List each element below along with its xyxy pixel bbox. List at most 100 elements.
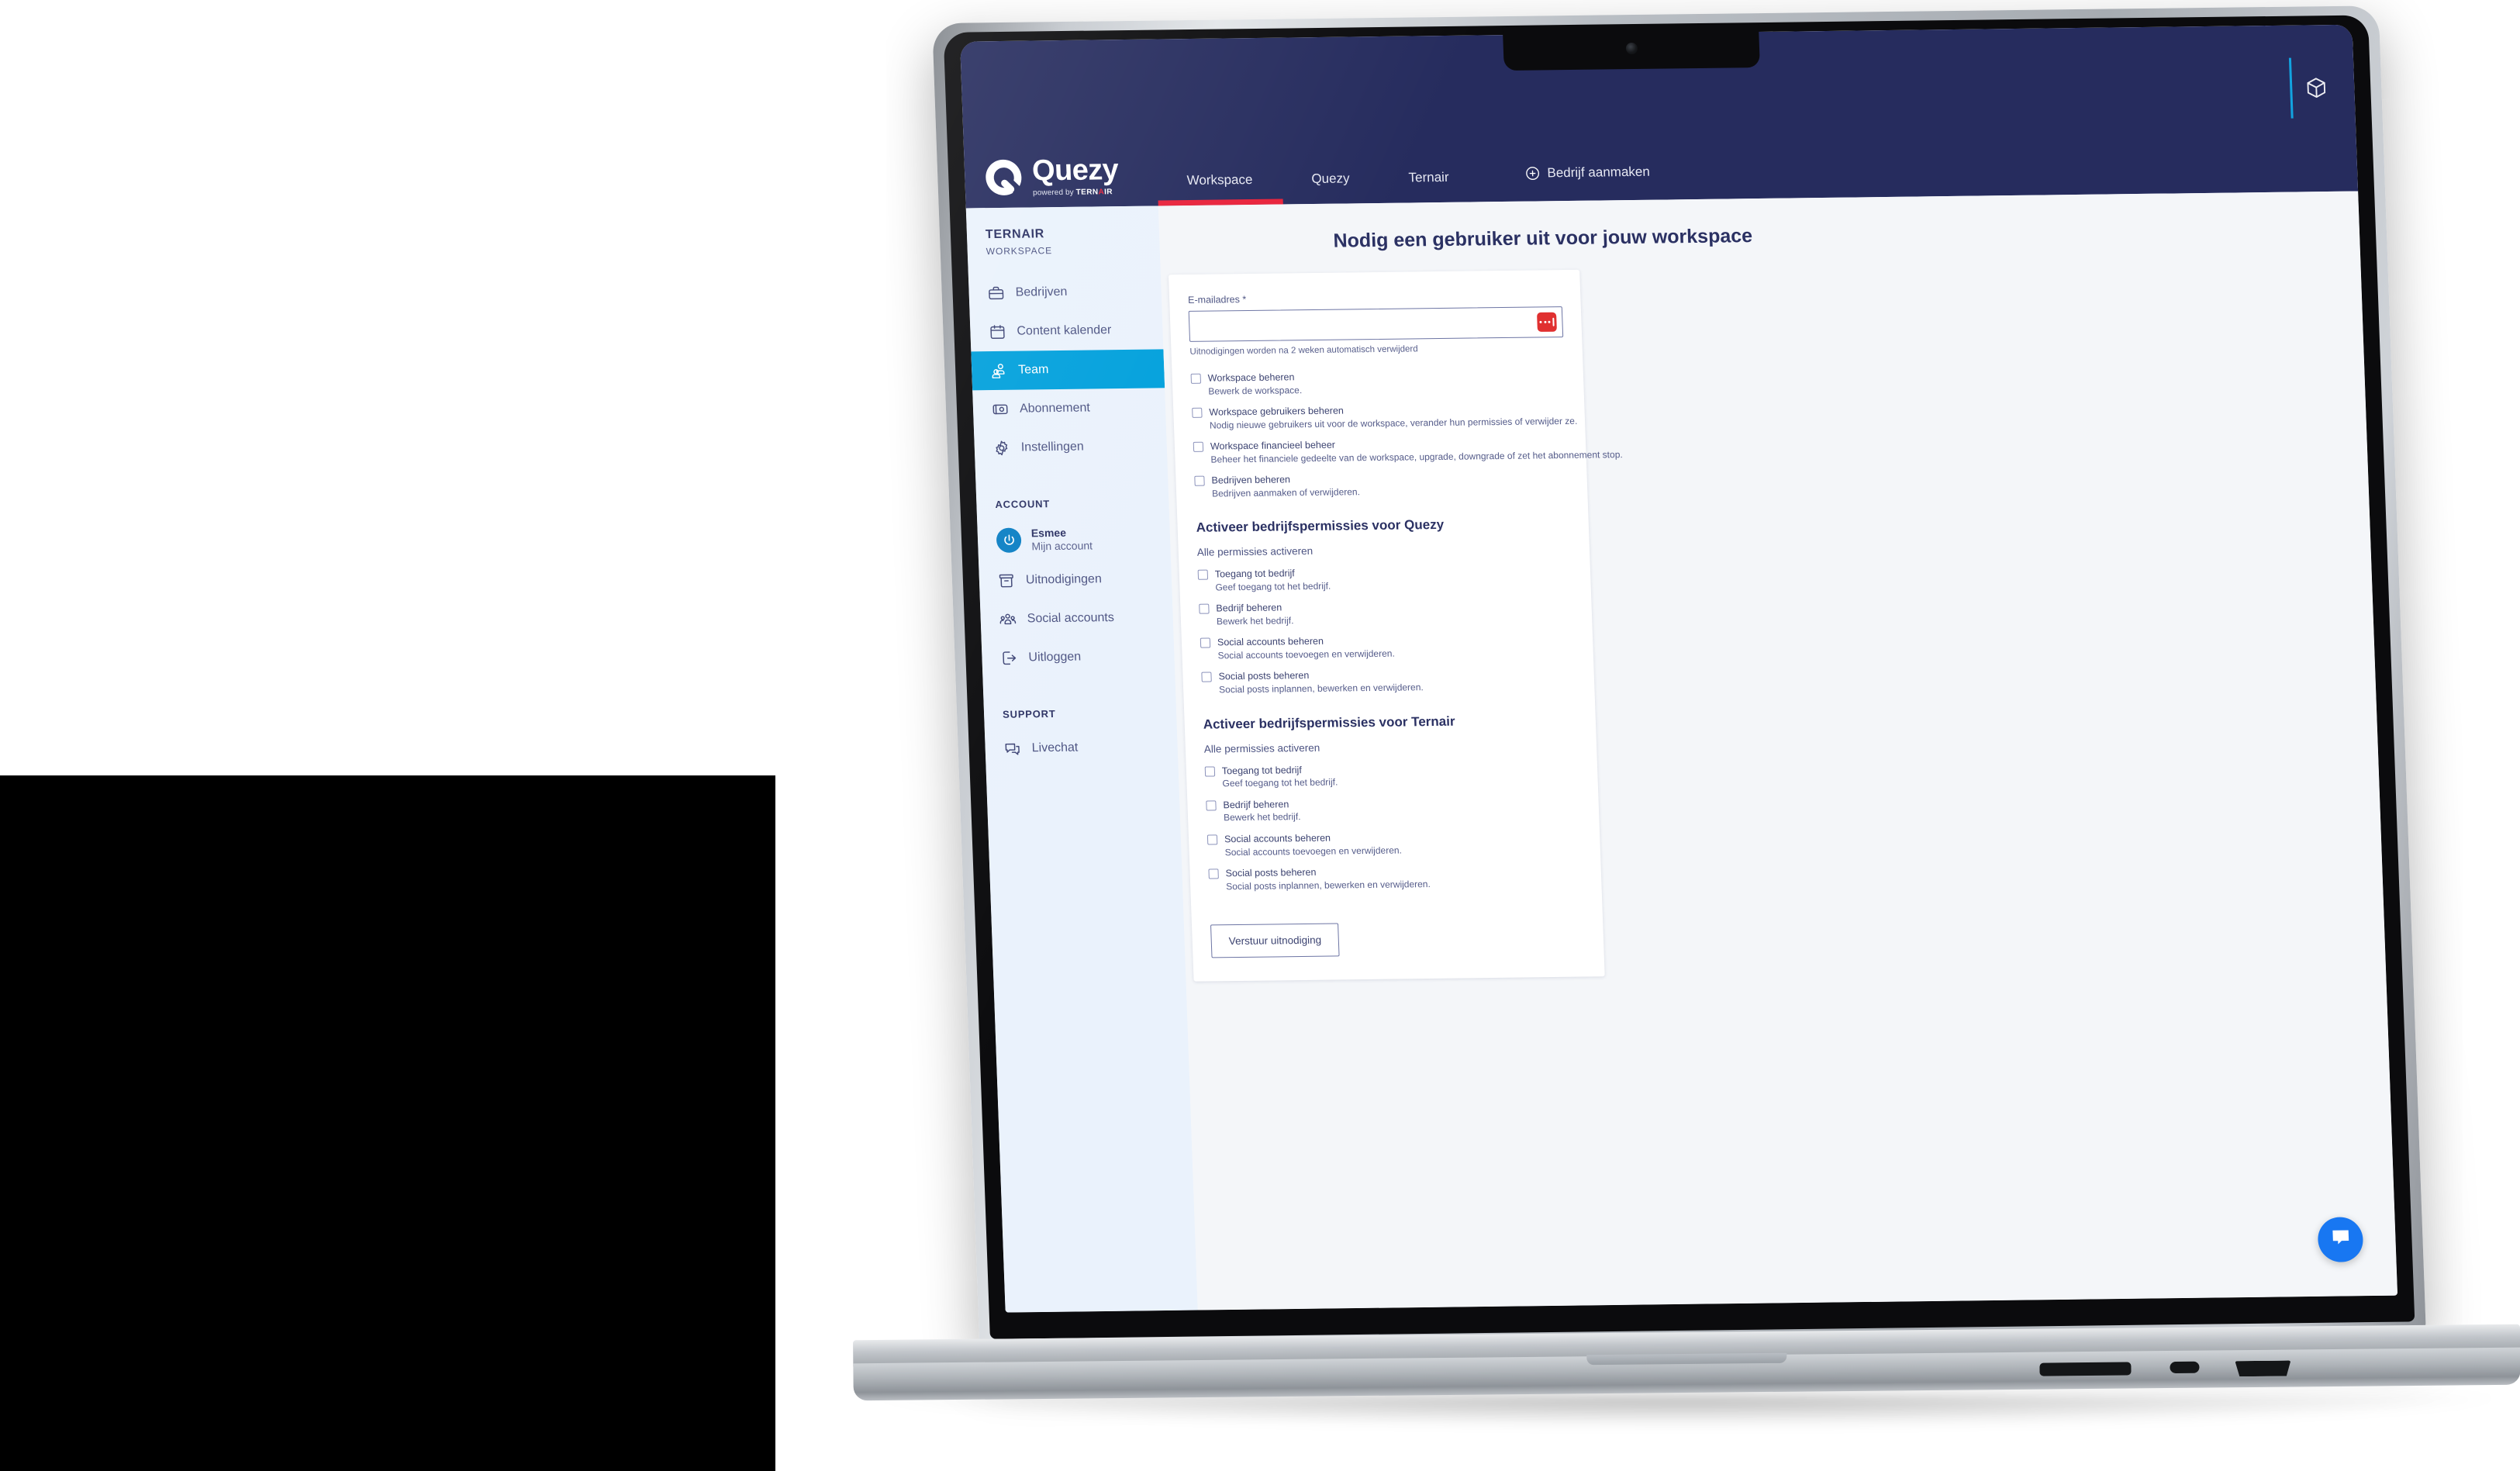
- sd-card-slot-port: [2039, 1362, 2132, 1376]
- invite-form-card: E-mailadres * Uitnodigingen worden na 2 …: [1168, 269, 1623, 982]
- permission-description: Social posts inplannen, bewerken en verw…: [1218, 682, 1424, 696]
- brand-powered-by: powered by TERNAIR: [1033, 188, 1113, 197]
- calendar-icon: [989, 323, 1006, 340]
- permission-row[interactable]: Bedrijf beheren Bewerk het bedrijf.: [1206, 794, 1580, 824]
- main-content: Nodig een gebruiker uit voor jouw worksp…: [1158, 191, 2398, 1310]
- account-text-block: Esmee Mijn account: [1030, 526, 1093, 554]
- permission-row[interactable]: Workspace gebruikers beheren Nodig nieuw…: [1192, 402, 1578, 432]
- permission-row[interactable]: Social posts beheren Social posts inplan…: [1208, 862, 1583, 893]
- sidebar-item-social-accounts[interactable]: Social accounts: [980, 598, 1174, 639]
- permission-description: Social accounts toevoegen en verwijderen…: [1217, 647, 1396, 661]
- app-logo[interactable]: Quezy powered by TERNAIR: [964, 154, 1158, 209]
- cube-icon[interactable]: [2304, 76, 2328, 99]
- permission-title: Bedrijf beheren: [1216, 602, 1282, 614]
- permission-text: Bedrijf beheren Bewerk het bedrijf.: [1223, 798, 1301, 824]
- permission-checkbox[interactable]: [1190, 373, 1202, 384]
- logout-icon: [1000, 650, 1018, 667]
- livechat-fab[interactable]: [2317, 1217, 2364, 1262]
- permission-description: Bewerk het bedrijf.: [1216, 615, 1294, 627]
- sidebar-item-label: Content kalender: [1017, 323, 1112, 338]
- powered-brand-a: TERN: [1075, 188, 1099, 197]
- sidebar-item-livechat[interactable]: Livechat: [985, 727, 1179, 768]
- permission-checkbox[interactable]: [1208, 868, 1219, 879]
- primary-nav-tabs: Workspace Quezy Ternair Bedrijf aanmaken: [1155, 124, 1680, 205]
- required-marker: *: [1242, 294, 1247, 306]
- permission-title: Bedrijf beheren: [1223, 798, 1289, 810]
- cyan-divider: [2288, 57, 2294, 119]
- users-icon: [990, 362, 1008, 379]
- permission-row[interactable]: Toegang tot bedrijf Geef toegang tot het…: [1197, 564, 1572, 594]
- permission-text: Workspace gebruikers beheren Nodig nieuw…: [1209, 402, 1577, 432]
- permission-description: Bewerk het bedrijf.: [1223, 811, 1301, 824]
- permission-title: Toegang tot bedrijf: [1214, 568, 1295, 580]
- permission-title: Toegang tot bedrijf: [1221, 764, 1303, 776]
- sidebar-account-items: Uitnodigingen Social accounts Uitloggen: [979, 559, 1175, 678]
- sidebar-workspace-items: Bedrijven Content kalender Team Abonneme…: [968, 271, 1168, 468]
- permission-checkbox[interactable]: [1197, 569, 1209, 580]
- brand-text-block: Quezy powered by TERNAIR: [1031, 154, 1158, 199]
- permission-checkbox[interactable]: [1194, 475, 1205, 486]
- permission-row[interactable]: Social posts beheren Social posts inplan…: [1201, 666, 1576, 696]
- permission-checkbox[interactable]: [1192, 407, 1203, 418]
- permission-text: Social accounts beheren Social accounts …: [1224, 830, 1402, 858]
- laptop-device: Quezy powered by TERNAIR Workspace Quezy…: [889, 0, 2484, 1452]
- display-notch: [1502, 24, 1760, 71]
- sidebar-item-abonnement[interactable]: Abonnement: [972, 388, 1166, 429]
- permission-row[interactable]: Workspace financieel beheer Beheer het f…: [1193, 436, 1623, 466]
- toggle-all-permissions[interactable]: Alle permissies activeren: [1197, 542, 1572, 558]
- chat-icon: [1003, 740, 1021, 757]
- permission-text: Social accounts beheren Social accounts …: [1217, 634, 1395, 662]
- sidebar-item-bedrijven[interactable]: Bedrijven: [968, 271, 1162, 313]
- badge-dot: [1544, 320, 1547, 323]
- permission-row[interactable]: Social accounts beheren Social accounts …: [1200, 632, 1575, 662]
- permission-checkbox[interactable]: [1200, 637, 1211, 649]
- sidebar-item-team[interactable]: Team: [971, 349, 1165, 391]
- tab-quezy[interactable]: Quezy: [1282, 171, 1380, 205]
- permission-checkbox[interactable]: [1204, 765, 1216, 777]
- email-input-wrap: [1188, 306, 1564, 342]
- permission-text: Bedrijf beheren Bewerk het bedrijf.: [1216, 602, 1294, 628]
- plus-circle-icon: [1524, 165, 1541, 181]
- permission-row[interactable]: Social accounts beheren Social accounts …: [1206, 828, 1582, 858]
- permission-checkbox[interactable]: [1201, 672, 1212, 683]
- send-invitation-button[interactable]: Verstuur uitnodiging: [1210, 923, 1340, 958]
- people-group-icon: [999, 611, 1017, 628]
- password-manager-icon[interactable]: [1537, 312, 1557, 332]
- permission-description: Bewerk de workspace.: [1208, 385, 1303, 397]
- permission-checkbox[interactable]: [1206, 799, 1217, 811]
- sidebar-item-label: Social accounts: [1027, 611, 1115, 626]
- account-subtitle: Mijn account: [1031, 539, 1093, 553]
- sidebar-workspace-header: TERNAIR WORKSPACE: [967, 226, 1160, 257]
- email-field-label: E-mailadres *: [1188, 290, 1562, 306]
- permission-text: Workspace beheren Bewerk de workspace.: [1207, 371, 1303, 398]
- page-title: Nodig een gebruiker uit voor jouw worksp…: [1333, 225, 1753, 252]
- sidebar-item-content-kalender[interactable]: Content kalender: [970, 310, 1164, 351]
- permission-checkbox[interactable]: [1199, 603, 1210, 615]
- sidebar-account-user[interactable]: Esmee Mijn account: [977, 517, 1171, 561]
- permission-description: Social posts inplannen, bewerken en verw…: [1225, 878, 1431, 892]
- permission-checkbox[interactable]: [1206, 834, 1218, 845]
- permission-row[interactable]: Toegang tot bedrijf Geef toegang tot het…: [1204, 760, 1579, 790]
- hdmi-port: [2235, 1361, 2290, 1377]
- sidebar-account-label: ACCOUNT: [995, 498, 1051, 510]
- tab-workspace[interactable]: Workspace: [1157, 172, 1282, 206]
- badge-dot: [1539, 320, 1542, 323]
- sidebar-item-uitnodigingen[interactable]: Uitnodigingen: [979, 559, 1172, 600]
- permission-text: Bedrijven beheren Bedrijven aanmaken of …: [1211, 472, 1360, 499]
- brand-name: Quezy: [1031, 154, 1119, 188]
- usb-c-port: [2170, 1361, 2200, 1374]
- tab-ternair[interactable]: Ternair: [1379, 169, 1479, 203]
- sidebar-item-instellingen[interactable]: Instellingen: [974, 426, 1168, 468]
- permission-row[interactable]: Bedrijven beheren Bedrijven aanmaken of …: [1194, 470, 1569, 500]
- sidebar-item-label: Instellingen: [1020, 440, 1085, 454]
- permission-row[interactable]: Workspace beheren Bewerk de workspace.: [1190, 368, 1565, 398]
- workspace-subtitle: WORKSPACE: [986, 245, 1053, 257]
- permission-checkbox[interactable]: [1193, 441, 1204, 452]
- create-company-button[interactable]: Bedrijf aanmaken: [1495, 164, 1680, 202]
- black-mask-overlay: [0, 775, 775, 1471]
- sidebar-item-uitloggen[interactable]: Uitloggen: [982, 637, 1175, 678]
- email-input[interactable]: [1189, 307, 1563, 341]
- toggle-all-permissions[interactable]: Alle permissies activeren: [1204, 738, 1579, 754]
- permission-row[interactable]: Bedrijf beheren Bewerk het bedrijf.: [1199, 598, 1573, 628]
- laptop-base: [853, 1324, 2520, 1418]
